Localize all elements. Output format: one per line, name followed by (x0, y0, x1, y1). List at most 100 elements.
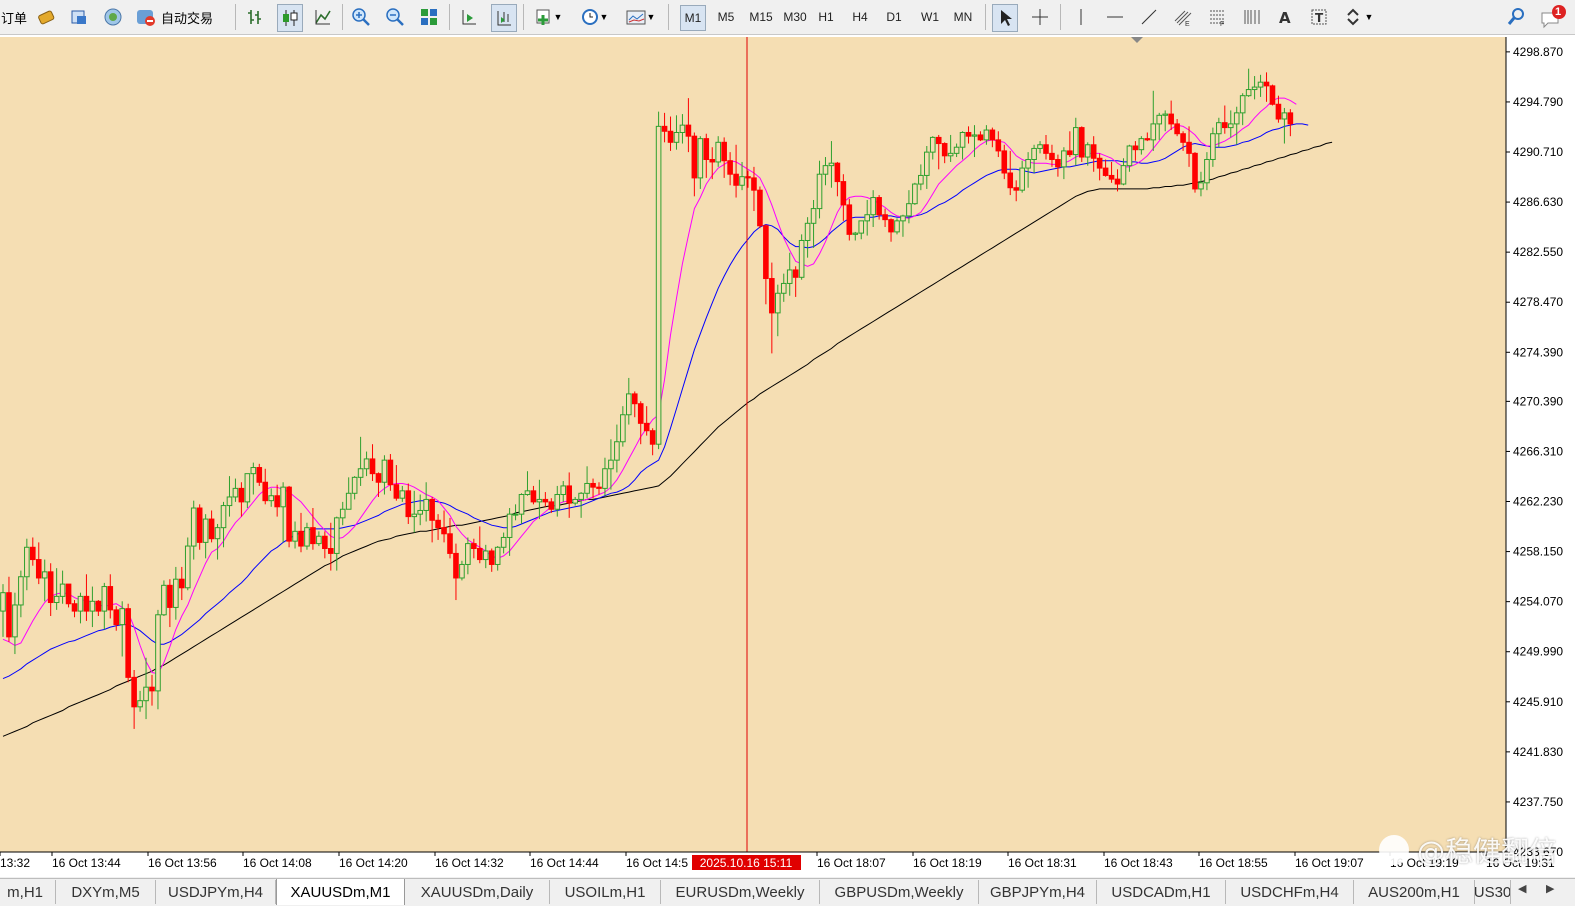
strategy-tester-icon[interactable] (34, 4, 58, 30)
candlestick-chart-icon[interactable] (277, 4, 303, 32)
auto-trading-button[interactable]: 自动交易 (135, 4, 227, 30)
candle-body (536, 498, 543, 503)
price-tick-label: 4286.630 (1513, 195, 1563, 209)
candle-body (906, 203, 912, 217)
candle (1078, 126, 1085, 162)
candle-body (1233, 112, 1240, 125)
candle (757, 186, 763, 229)
crosshair-icon[interactable] (1028, 4, 1052, 30)
timeframe-h4-button[interactable]: H4 (848, 5, 872, 29)
text-icon[interactable]: A (1273, 4, 1297, 30)
line-chart-icon[interactable] (311, 4, 335, 30)
tile-windows-icon[interactable] (417, 4, 441, 30)
candle-body (143, 686, 149, 702)
candle-body (530, 490, 537, 503)
tabs-scroll-right-icon[interactable]: ▶ (1546, 882, 1554, 895)
chart-tabs-bar: m,H1 DXYm,M5 USDJPYm,H4 XAUUSDm,M1 XAUUSDm,D… (0, 878, 1575, 906)
timeframe-m30-button[interactable]: M30 (780, 5, 810, 29)
zoom-out-icon[interactable] (383, 4, 407, 30)
timeframe-m5-button[interactable]: M5 (714, 5, 738, 29)
periods-menu-button[interactable]: ▼ (576, 4, 612, 30)
chart-tab[interactable]: USDCADm,H1 (1097, 880, 1226, 904)
timeframe-h1-button[interactable]: H1 (814, 5, 838, 29)
bar-chart-icon[interactable] (243, 4, 267, 30)
candle-body (298, 530, 304, 547)
candle-body (751, 177, 757, 191)
candle-body (125, 608, 131, 678)
candle-body (1084, 144, 1091, 158)
templates-menu-button[interactable]: ▼ (622, 4, 658, 30)
candle-body (643, 422, 650, 432)
timeframe-d1-button[interactable]: D1 (882, 5, 906, 29)
chart-tab[interactable]: EURUSDm,Weekly (661, 880, 820, 904)
svg-text:A: A (1279, 9, 1291, 27)
equidistant-channel-icon[interactable]: E (1171, 4, 1195, 30)
price-chart[interactable]: 4298.870 4294.790 4290.710 4286.630 4282.550… (0, 35, 1575, 877)
vertical-line-icon[interactable] (1069, 4, 1093, 30)
candle-body (494, 546, 501, 565)
candle-body (1168, 113, 1174, 125)
price-tick-label: 4258.150 (1513, 545, 1563, 559)
search-icon[interactable] (1504, 4, 1528, 30)
candle-body (1275, 103, 1282, 120)
chart-tab[interactable]: USDJPYm,H4 (156, 880, 276, 904)
timeframe-w1-button[interactable]: W1 (917, 5, 943, 29)
timeframe-m1-button[interactable]: M1 (680, 5, 706, 31)
new-order-button[interactable]: 订单 (0, 4, 28, 30)
chart-tab[interactable]: GBPUSDm,Weekly (820, 880, 979, 904)
candle (798, 234, 805, 280)
chart-shift-icon[interactable] (491, 4, 517, 32)
fibonacci-retracement-icon[interactable]: F (1205, 4, 1229, 30)
candle-body (196, 507, 203, 543)
trendline-icon[interactable] (1137, 4, 1161, 30)
candle-body (524, 490, 531, 496)
candle-body (548, 501, 555, 510)
chart-tab[interactable]: GBPJPYm,H4 (979, 880, 1097, 904)
candle-body (1198, 182, 1204, 190)
chart-tab[interactable]: USDCHFm,H4 (1226, 880, 1354, 904)
fibonacci-timezones-icon[interactable] (1239, 4, 1263, 30)
chart-tab[interactable]: XAUUSDm,M1 (276, 879, 405, 905)
candle-body (602, 468, 608, 489)
candle-body (167, 584, 173, 608)
candle (286, 485, 292, 548)
svg-text:F: F (1220, 21, 1224, 27)
auto-scroll-icon[interactable] (457, 4, 481, 30)
chart-tab[interactable]: DXYm,M5 (56, 880, 156, 904)
candle-body (339, 508, 346, 519)
price-tick-label: 4290.710 (1513, 145, 1563, 159)
candle-body (572, 498, 578, 504)
tabs-scroll-left-icon[interactable]: ◀ (1518, 882, 1526, 895)
chart-tab[interactable]: USOILm,H1 (550, 880, 661, 904)
zoom-in-icon[interactable] (349, 4, 373, 30)
market-watch-icon[interactable] (101, 4, 125, 30)
time-tick-label: 13:32 (0, 856, 30, 870)
chart-tab[interactable]: XAUUSDm,Daily (405, 880, 550, 904)
candle-body (0, 592, 6, 612)
chart-tab[interactable]: m,H1 (0, 880, 56, 904)
candle-body (620, 414, 626, 443)
chart-tab[interactable]: US30 (1475, 880, 1511, 904)
timeframe-m15-button[interactable]: M15 (746, 5, 776, 29)
cursor-icon[interactable] (992, 4, 1018, 32)
candle-body (101, 586, 108, 612)
navigator-icon[interactable] (67, 4, 91, 30)
text-label-icon[interactable]: T (1307, 4, 1331, 30)
arrows-menu-button[interactable]: ▼ (1341, 4, 1377, 30)
chart-plot-area[interactable] (0, 37, 1506, 852)
candle-body (131, 676, 137, 708)
indicators-menu-button[interactable]: ▼ (530, 4, 566, 30)
timeframe-mn-button[interactable]: MN (950, 5, 976, 29)
candle-body (870, 197, 876, 216)
notifications-button[interactable]: 1 (1536, 4, 1570, 30)
candle-body (1281, 112, 1288, 120)
candle-body (477, 548, 483, 561)
horizontal-line-icon[interactable] (1103, 4, 1127, 30)
candle-body (471, 543, 477, 550)
candle-body (369, 458, 376, 475)
candle-body (1120, 165, 1127, 185)
alert-count-badge: 1 (1555, 6, 1562, 18)
chat-icon (1541, 5, 1566, 29)
candle-body (453, 552, 459, 579)
chart-tab[interactable]: AUS200m,H1 (1354, 880, 1475, 904)
